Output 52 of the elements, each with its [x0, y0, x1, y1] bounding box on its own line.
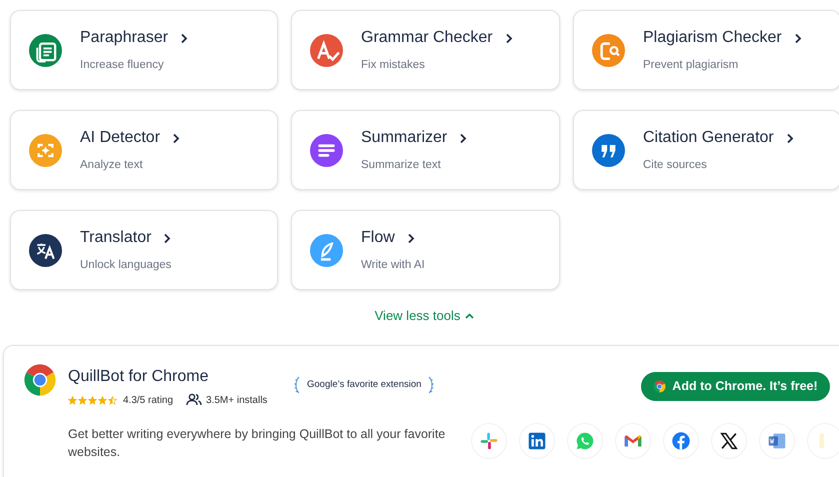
x-logo-icon — [711, 423, 747, 459]
slack-icon — [471, 423, 507, 459]
view-less-tools-link[interactable]: View less tools — [374, 306, 474, 326]
tool-card[interactable]: Flow Write with AI — [291, 210, 560, 290]
tool-title: Summarizer — [361, 128, 448, 148]
tool-subtitle: Write with AI — [361, 258, 425, 273]
tool-title: AI Detector — [80, 128, 160, 148]
tool-card[interactable]: Summarizer Summarize text — [291, 110, 560, 190]
laurel-icon — [293, 376, 301, 394]
tool-subtitle: Fix mistakes — [361, 58, 426, 73]
users-icon — [186, 393, 202, 406]
chevron-right-icon — [786, 133, 794, 144]
chevron-up-icon — [465, 312, 474, 319]
tool-subtitle: Prevent plagiarism — [643, 58, 740, 73]
chevron-right-icon — [459, 133, 468, 144]
tool-title: Paraphraser — [80, 28, 168, 48]
tool-subtitle: Analyze text — [80, 158, 144, 173]
tool-subtitle: Cite sources — [643, 158, 708, 173]
tool-title: Translator — [80, 228, 152, 248]
tool-card[interactable]: AI Detector Analyze text — [10, 110, 278, 190]
linkedin-icon — [519, 423, 555, 459]
award-badge-text: Google’s favorite extension — [307, 378, 422, 392]
tool-card[interactable]: Plagiarism Checker Prevent plagiarism — [573, 10, 839, 90]
add-to-chrome-button[interactable]: Add to Chrome. It’s free! — [641, 372, 830, 401]
extension-description: Get better writing everywhere by bringing QuillBot to all your favorite websites. — [68, 426, 446, 461]
facebook-icon — [663, 423, 699, 459]
tool-card[interactable]: Grammar Checker Fix mistakes — [291, 10, 560, 90]
laurel-icon — [427, 376, 436, 394]
chevron-right-icon — [794, 33, 802, 44]
chevron-right-icon — [172, 133, 180, 144]
whatsapp-icon — [567, 423, 603, 459]
chrome-icon — [653, 380, 666, 393]
installs-text: 3.5M+ installs — [206, 394, 268, 408]
tool-card[interactable]: Translator Unlock languages — [10, 210, 278, 290]
chrome-logo-icon — [23, 363, 57, 397]
chevron-right-icon — [163, 233, 172, 244]
tool-subtitle: Summarize text — [361, 158, 442, 173]
tool-title: Plagiarism Checker — [643, 28, 782, 48]
chevron-right-icon — [504, 33, 513, 44]
tool-subtitle: Unlock languages — [80, 258, 172, 273]
tool-title: Flow — [361, 228, 395, 248]
chevron-right-icon — [406, 233, 415, 244]
rating-text: 4.3/5 rating — [123, 394, 174, 408]
tool-subtitle: Increase fluency — [80, 58, 165, 73]
extension-title: QuillBot for Chrome — [68, 367, 208, 387]
tool-title: Citation Generator — [643, 128, 774, 148]
gmail-icon — [615, 423, 651, 459]
tool-card[interactable]: Paraphraser Increase fluency — [10, 10, 278, 90]
chevron-right-icon — [180, 33, 188, 44]
word-icon — [759, 423, 795, 459]
tool-title: Grammar Checker — [361, 28, 493, 48]
tool-card[interactable]: Citation Generator Cite sources — [573, 110, 839, 190]
